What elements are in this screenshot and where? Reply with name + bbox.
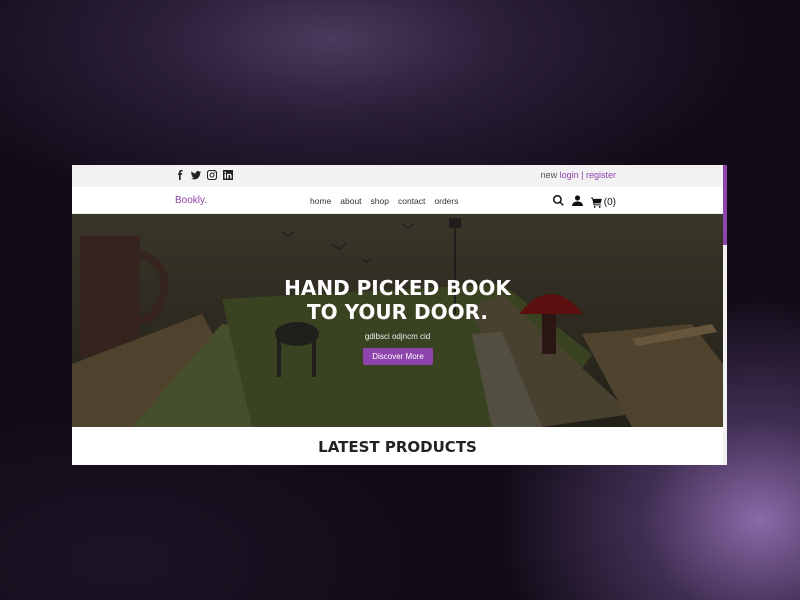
website-screenshot: new login | register Bookly. home about … (72, 165, 727, 465)
nav-link-orders[interactable]: orders (434, 196, 458, 206)
site-logo[interactable]: Bookly. (175, 195, 207, 206)
nav-link-contact[interactable]: contact (398, 196, 425, 206)
main-navbar: Bookly. home about shop contact orders (… (72, 187, 723, 214)
hero-title-line-1: HAND PICKED BOOK (284, 276, 511, 300)
register-link[interactable]: register (586, 170, 616, 180)
cart-count: (0) (603, 196, 616, 208)
facebook-icon[interactable] (175, 169, 185, 181)
nav-link-about[interactable]: about (340, 196, 361, 206)
nav-menu: home about shop contact orders (310, 196, 458, 206)
user-icon[interactable] (571, 193, 583, 211)
top-bar: new login | register (72, 165, 723, 187)
nav-icons: (0) (552, 193, 616, 211)
hero-subtitle: gdibsci odjncm cid (364, 332, 431, 341)
nav-link-home[interactable]: home (310, 196, 331, 206)
cart-icon (590, 196, 602, 208)
nav-link-shop[interactable]: shop (371, 196, 389, 206)
discover-more-button[interactable]: Discover More (363, 348, 433, 365)
scrollbar[interactable] (723, 165, 727, 465)
auth-prefix: new (540, 170, 558, 180)
latest-products-title: LATEST PRODUCTS (318, 438, 477, 456)
instagram-icon[interactable] (207, 169, 217, 181)
hero-title: HAND PICKED BOOK TO YOUR DOOR. (72, 276, 723, 324)
hero-title-line-2: TO YOUR DOOR. (307, 300, 488, 324)
cart-button[interactable]: (0) (590, 196, 616, 208)
auth-separator: | (581, 170, 584, 180)
twitter-icon[interactable] (191, 169, 201, 181)
login-link[interactable]: login (560, 170, 579, 180)
search-icon[interactable] (552, 193, 564, 211)
linkedin-icon[interactable] (223, 169, 233, 181)
scrollbar-thumb[interactable] (723, 165, 727, 245)
social-links (175, 169, 233, 181)
auth-links: new login | register (541, 170, 616, 180)
hero-banner: HAND PICKED BOOK TO YOUR DOOR. gdibsci o… (72, 214, 723, 427)
